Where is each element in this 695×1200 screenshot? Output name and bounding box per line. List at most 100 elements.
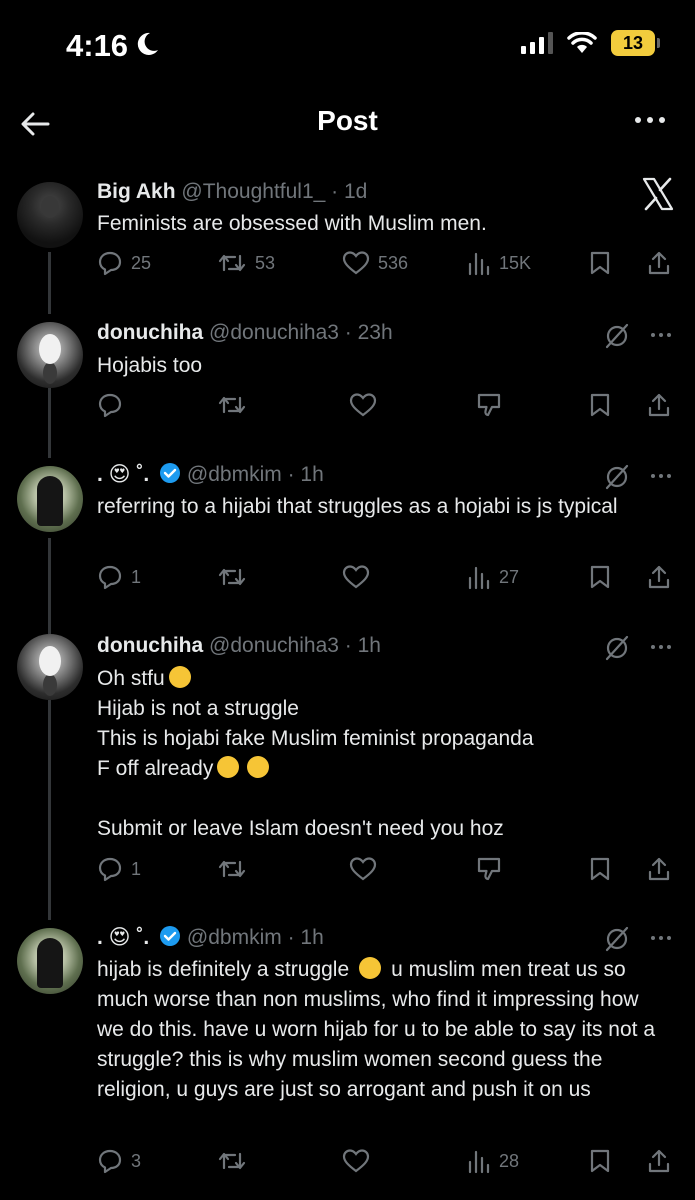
tweet-line: Oh stfu <box>97 667 165 690</box>
avatar[interactable] <box>17 182 83 248</box>
avatar[interactable] <box>17 466 83 532</box>
grok-icon[interactable] <box>603 322 631 350</box>
tweet-actions: 3 28 <box>97 1148 677 1182</box>
retweet-icon <box>218 568 246 586</box>
more-options-icon[interactable] <box>651 474 671 478</box>
moon-icon <box>137 32 158 55</box>
share-button[interactable] <box>647 392 671 418</box>
rofl-emoji-icon <box>247 756 270 778</box>
retweet-button[interactable] <box>217 392 247 418</box>
more-options-icon[interactable] <box>651 645 671 649</box>
tweet-text: Oh stfu Hijab is not a struggle This is … <box>97 664 657 844</box>
reply-button[interactable]: 1 <box>97 564 141 590</box>
views-button[interactable]: 27 <box>467 564 519 590</box>
thread-line <box>48 388 51 458</box>
reply-button[interactable] <box>97 392 123 418</box>
retweet-icon <box>218 396 246 414</box>
battery-level: 13 <box>622 32 644 53</box>
tweet-text: Feminists are obsessed with Muslim men. <box>97 212 487 235</box>
view-count: 28 <box>499 1150 520 1171</box>
laughing-emoji-icon <box>217 756 240 778</box>
retweet-icon <box>218 254 246 272</box>
retweet-button[interactable] <box>217 1148 247 1174</box>
eye-roll-emoji-icon <box>359 957 382 979</box>
thread-line <box>48 252 51 314</box>
tweet-line: This is hojabi fake Muslim feminist prop… <box>97 727 534 750</box>
display-name[interactable]: . 😍 ˚. <box>97 926 149 949</box>
reply-icon <box>98 393 122 418</box>
grok-icon[interactable] <box>603 634 631 662</box>
cellular-signal-icon <box>521 32 553 54</box>
tweet-text: hijab is definitely a struggle u muslim m… <box>97 955 657 1105</box>
retweet-count: 53 <box>255 252 276 273</box>
nav-bar: Post <box>0 95 695 155</box>
heart-icon <box>349 393 377 417</box>
share-button[interactable] <box>647 250 671 276</box>
page-title: Post <box>317 105 378 136</box>
bookmark-icon <box>590 393 610 417</box>
tweet-text: Hojabis too <box>97 354 203 377</box>
retweet-button[interactable] <box>217 564 247 590</box>
retweet-button[interactable] <box>217 856 247 882</box>
reply-icon <box>98 1149 122 1174</box>
bookmark-button[interactable] <box>589 250 611 276</box>
avatar[interactable] <box>17 322 83 388</box>
heart-icon <box>342 251 370 275</box>
like-button[interactable] <box>349 856 377 882</box>
like-button[interactable] <box>349 392 377 418</box>
reply-count: 1 <box>131 566 142 587</box>
like-button[interactable]: 536 <box>342 250 408 276</box>
like-button[interactable] <box>342 1148 370 1174</box>
bookmark-icon <box>590 857 610 881</box>
reply-count: 1 <box>131 858 142 879</box>
reply-button[interactable]: 1 <box>97 856 141 882</box>
share-button[interactable] <box>647 856 671 882</box>
tweet-text-part: hijab is definitely a struggle <box>97 958 350 981</box>
like-count: 536 <box>378 252 409 273</box>
user-handle[interactable]: @donuchiha3 <box>209 321 339 344</box>
heart-icon <box>342 565 370 589</box>
tweet-header: Big Akh @Thoughtful1_ · 1d <box>97 180 367 204</box>
like-button[interactable] <box>342 564 370 590</box>
avatar[interactable] <box>17 928 83 994</box>
downvote-button[interactable] <box>475 856 503 882</box>
bookmark-icon <box>590 1149 610 1173</box>
grok-icon[interactable] <box>603 463 631 491</box>
heart-icon <box>349 857 377 881</box>
more-options-icon[interactable] <box>651 936 671 940</box>
reply-count: 25 <box>131 252 152 273</box>
user-handle[interactable]: @Thoughtful1_ <box>181 180 325 203</box>
share-button[interactable] <box>647 1148 671 1174</box>
user-handle[interactable]: @dbmkim <box>187 926 282 949</box>
display-name[interactable]: . 😍 ˚. <box>97 463 149 486</box>
avatar[interactable] <box>17 634 83 700</box>
display-name[interactable]: donuchiha <box>97 321 203 344</box>
thread-line <box>48 700 51 920</box>
tweet-line: Submit or leave Islam doesn't need you h… <box>97 817 504 840</box>
views-button[interactable]: 28 <box>467 1148 519 1174</box>
grok-icon[interactable] <box>603 925 631 953</box>
retweet-icon <box>218 860 246 878</box>
bookmark-button[interactable] <box>589 856 611 882</box>
downvote-button[interactable] <box>475 392 503 418</box>
downvote-icon <box>477 393 501 417</box>
display-name[interactable]: donuchiha <box>97 634 203 657</box>
reply-button[interactable]: 25 <box>97 250 151 276</box>
user-handle[interactable]: @dbmkim <box>187 463 282 486</box>
retweet-button[interactable]: 53 <box>217 250 275 276</box>
more-options-icon[interactable] <box>651 333 671 337</box>
tweet-header: . 😍 ˚. @dbmkim · 1h <box>97 462 324 487</box>
display-name[interactable]: Big Akh <box>97 180 176 203</box>
user-handle[interactable]: @donuchiha3 <box>209 634 339 657</box>
reply-button[interactable]: 3 <box>97 1148 141 1174</box>
share-button[interactable] <box>647 564 671 590</box>
bookmark-button[interactable] <box>589 1148 611 1174</box>
share-icon <box>648 565 670 589</box>
bookmark-button[interactable] <box>589 564 611 590</box>
more-options-icon[interactable] <box>635 117 665 123</box>
views-button[interactable]: 15K <box>467 250 531 276</box>
bookmark-button[interactable] <box>589 392 611 418</box>
view-count: 27 <box>499 566 520 587</box>
wifi-icon <box>567 32 597 53</box>
tweet-header: donuchiha @donuchiha3 · 23h <box>97 321 393 345</box>
